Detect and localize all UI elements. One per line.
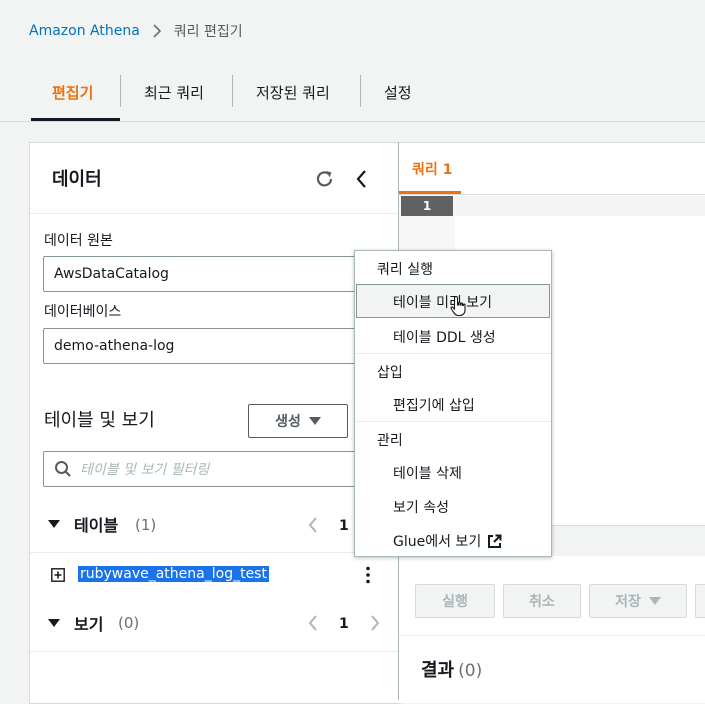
table-filter-placeholder: 테이블 및 보기 필터링: [80, 462, 210, 478]
database-select[interactable]: demo-athena-log: [43, 328, 388, 364]
views-section-header[interactable]: 보기: [48, 611, 103, 635]
pagination-next-icon[interactable]: [369, 614, 381, 632]
pagination-prev-icon[interactable]: [307, 516, 319, 534]
results-count: (0): [458, 661, 483, 681]
tables-count: (1): [135, 516, 157, 534]
data-source-label: 데이터 원본: [44, 233, 113, 249]
results-header: 결과 (0): [421, 656, 482, 682]
tab-bar: 편집기 최근 쿼리 저장된 쿼리 설정: [0, 70, 705, 122]
data-panel-title: 데이터: [52, 169, 102, 190]
tab-saved-queries[interactable]: 저장된 쿼리: [256, 82, 330, 103]
menu-divider: [355, 353, 551, 354]
tables-section-label: 테이블: [74, 516, 119, 535]
chevron-right-icon: [153, 24, 161, 38]
caret-down-icon: [648, 597, 661, 605]
external-link-icon: [488, 534, 502, 548]
breadcrumb: Amazon Athena 쿼리 편집기: [29, 21, 243, 41]
tab-bar-underline: [0, 121, 705, 122]
menu-item-generate-ddl[interactable]: 테이블 DDL 생성: [393, 327, 496, 347]
refresh-icon[interactable]: [314, 168, 336, 190]
tables-page-number[interactable]: 1: [339, 518, 349, 534]
save-button[interactable]: 저장: [589, 584, 687, 618]
active-line: [455, 196, 705, 216]
query-tab[interactable]: 쿼리 1: [412, 159, 452, 179]
panel-divider: [30, 213, 400, 214]
tables-section-header[interactable]: 테이블: [48, 512, 118, 536]
search-icon: [55, 461, 71, 477]
tab-recent-queries[interactable]: 최근 쿼리: [144, 82, 204, 103]
menu-item-preview-label: 테이블 미리 보기: [393, 295, 493, 311]
caret-down-icon: [308, 417, 321, 425]
views-count: (0): [118, 614, 140, 632]
table-filter-input[interactable]: 테이블 및 보기 필터링: [43, 451, 388, 487]
data-source-value: AwsDataCatalog: [54, 266, 169, 282]
expand-caret-icon: [48, 520, 60, 528]
expand-caret-icon: [48, 619, 60, 627]
table-list-divider: [30, 552, 400, 553]
table-actions-menu: 쿼리 실행 테이블 미리 보기 테이블 DDL 생성 삽입 편집기에 삽입 관리…: [354, 250, 552, 557]
tab-divider: [232, 75, 233, 107]
create-button-label: 생성: [275, 414, 301, 430]
menu-item-insert-into-editor[interactable]: 편집기에 삽입: [393, 395, 475, 415]
tables-views-title: 테이블 및 보기: [44, 410, 155, 431]
pagination-prev-icon[interactable]: [307, 614, 319, 632]
data-panel: 데이터 데이터 원본 AwsDataCatalog 데이터베이스 demo-at…: [29, 142, 401, 704]
tab-settings[interactable]: 설정: [384, 82, 412, 103]
menu-divider: [355, 421, 551, 422]
collapse-panel-icon[interactable]: [354, 168, 370, 190]
results-divider: [399, 635, 705, 636]
cancel-button[interactable]: 취소: [503, 584, 581, 618]
active-line-gutter: 1: [401, 196, 453, 216]
table-name[interactable]: rubywave_athena_log_test: [78, 566, 269, 582]
menu-group-manage: 관리: [377, 433, 403, 449]
database-value: demo-athena-log: [54, 338, 175, 354]
extra-button[interactable]: [695, 584, 705, 618]
tab-divider: [120, 75, 121, 107]
hand-cursor-icon: [450, 295, 466, 317]
breadcrumb-current: 쿼리 편집기: [173, 24, 243, 40]
cancel-button-label: 취소: [529, 594, 555, 610]
line-number: 1: [422, 199, 432, 213]
expand-plus-icon[interactable]: [51, 568, 65, 582]
more-actions-icon[interactable]: [364, 565, 372, 585]
menu-item-preview-table[interactable]: 테이블 미리 보기: [356, 284, 550, 318]
menu-item-view-in-glue[interactable]: Glue에서 보기: [393, 531, 502, 551]
tab-editor[interactable]: 편집기: [52, 82, 93, 103]
run-button[interactable]: 실행: [415, 584, 495, 618]
table-row[interactable]: rubywave_athena_log_test: [30, 562, 400, 592]
create-button[interactable]: 생성: [248, 404, 348, 438]
menu-item-view-properties[interactable]: 보기 속성: [393, 497, 449, 517]
menu-item-delete-table[interactable]: 테이블 삭제: [393, 463, 462, 483]
results-title: 결과: [421, 660, 455, 681]
views-page-number[interactable]: 1: [339, 616, 349, 632]
views-section-label: 보기: [74, 615, 104, 634]
save-button-label: 저장: [615, 594, 641, 610]
data-source-select[interactable]: AwsDataCatalog: [43, 256, 388, 292]
tab-divider: [360, 75, 361, 107]
database-label: 데이터베이스: [44, 304, 122, 320]
run-button-label: 실행: [442, 594, 468, 610]
menu-item-view-in-glue-label: Glue에서 보기: [393, 534, 482, 550]
panel-divider: [30, 651, 400, 652]
menu-group-run-query: 쿼리 실행: [377, 262, 433, 278]
breadcrumb-root-link[interactable]: Amazon Athena: [29, 23, 140, 39]
menu-group-insert: 삽입: [377, 365, 403, 381]
